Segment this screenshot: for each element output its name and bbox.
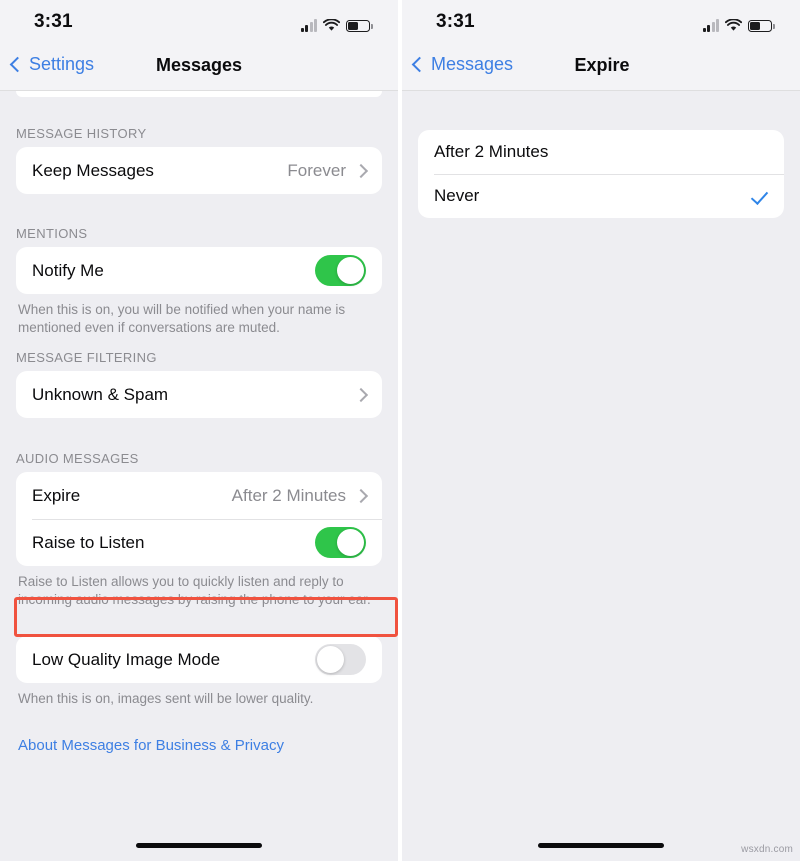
- page-title: Expire: [574, 55, 630, 75]
- disclosure-chevron-icon: [353, 163, 369, 178]
- cellular-signal-icon: [702, 19, 719, 32]
- status-time: 3:31: [436, 11, 475, 32]
- row-label: Expire: [32, 485, 81, 505]
- phone-left-messages-settings: 3:31 Settings Messages MESSAGE HISTORY K…: [0, 0, 398, 861]
- card-message-filtering: Unknown & Spam: [16, 371, 382, 418]
- row-value: After 2 Minutes: [231, 485, 346, 505]
- section-header-message-history: MESSAGE HISTORY: [16, 126, 147, 141]
- option-label: Never: [434, 186, 480, 205]
- row-value: Forever: [287, 160, 346, 180]
- row-label: Unknown & Spam: [32, 384, 169, 404]
- option-label: After 2 Minutes: [434, 142, 549, 161]
- row-label: Raise to Listen: [32, 532, 145, 552]
- checkmark-icon: [750, 187, 768, 205]
- home-indicator-left: [136, 843, 262, 848]
- disclosure-chevron-icon: [353, 488, 369, 503]
- cellular-signal-icon: [300, 19, 317, 32]
- section-header-message-filtering: MESSAGE FILTERING: [16, 350, 157, 365]
- row-label: Low Quality Image Mode: [32, 649, 221, 669]
- card-audio-messages: Expire After 2 Minutes Raise to Listen: [16, 472, 382, 566]
- row-notify-me[interactable]: Notify Me: [16, 247, 382, 294]
- phone-right-expire-options: 3:31 Messages Expire After 2 Minutes Nev…: [402, 0, 800, 861]
- row-low-quality-image-mode[interactable]: Low Quality Image Mode: [16, 636, 382, 683]
- row-expire[interactable]: Expire After 2 Minutes: [16, 472, 382, 519]
- card-low-quality-image-mode: Low Quality Image Mode: [16, 636, 382, 683]
- section-header-audio-messages: AUDIO MESSAGES: [16, 451, 139, 466]
- status-time: 3:31: [34, 11, 73, 32]
- disclosure-chevron-icon: [353, 387, 369, 402]
- wifi-icon: [322, 18, 341, 32]
- toggle-knob: [337, 257, 364, 284]
- toggle-knob: [337, 529, 364, 556]
- footnote-mentions: When this is on, you will be notified wh…: [18, 302, 346, 335]
- page-title: Messages: [155, 55, 243, 75]
- nav-bar-right: Messages Expire: [402, 46, 800, 91]
- card-mentions: Notify Me: [16, 247, 382, 294]
- row-label: Notify Me: [32, 260, 104, 280]
- status-icons: [300, 14, 373, 32]
- section-header-mentions: MENTIONS: [16, 226, 88, 241]
- battery-icon: [748, 20, 775, 32]
- panel-divider: [398, 0, 402, 861]
- row-keep-messages[interactable]: Keep Messages Forever: [16, 147, 382, 194]
- option-never[interactable]: Never: [418, 174, 784, 218]
- row-raise-to-listen[interactable]: Raise to Listen: [16, 519, 382, 566]
- nav-bar-left: Settings Messages: [0, 46, 398, 91]
- dual-phone-screenshot: 3:31 Settings Messages MESSAGE HISTORY K…: [0, 0, 800, 861]
- status-icons: [702, 14, 775, 32]
- about-messages-for-business-link[interactable]: About Messages for Business & Privacy: [0, 737, 398, 754]
- watermark: wsxdn.com: [741, 844, 793, 855]
- option-after-2-minutes[interactable]: After 2 Minutes: [418, 130, 784, 174]
- expire-options-content: After 2 Minutes Never: [402, 91, 800, 861]
- wifi-icon: [724, 18, 743, 32]
- toggle-low-quality-image-mode[interactable]: [315, 644, 366, 675]
- toggle-knob: [317, 646, 344, 673]
- row-unknown-and-spam[interactable]: Unknown & Spam: [16, 371, 382, 418]
- status-bar-right: 3:31: [402, 0, 800, 46]
- toggle-raise-to-listen[interactable]: [315, 527, 366, 558]
- home-indicator-right: [538, 843, 664, 848]
- status-bar-left: 3:31: [0, 0, 398, 46]
- battery-icon: [346, 20, 373, 32]
- card-message-history: Keep Messages Forever: [16, 147, 382, 194]
- footnote-low-quality-image-mode: When this is on, images sent will be low…: [18, 691, 314, 706]
- toggle-notify-me[interactable]: [315, 255, 366, 286]
- row-label: Keep Messages: [32, 160, 154, 180]
- settings-scroll-content[interactable]: MESSAGE HISTORY Keep Messages Forever ME…: [0, 91, 398, 861]
- card-expire-options: After 2 Minutes Never: [418, 130, 784, 218]
- footnote-audio-messages: Raise to Listen allows you to quickly li…: [18, 574, 371, 607]
